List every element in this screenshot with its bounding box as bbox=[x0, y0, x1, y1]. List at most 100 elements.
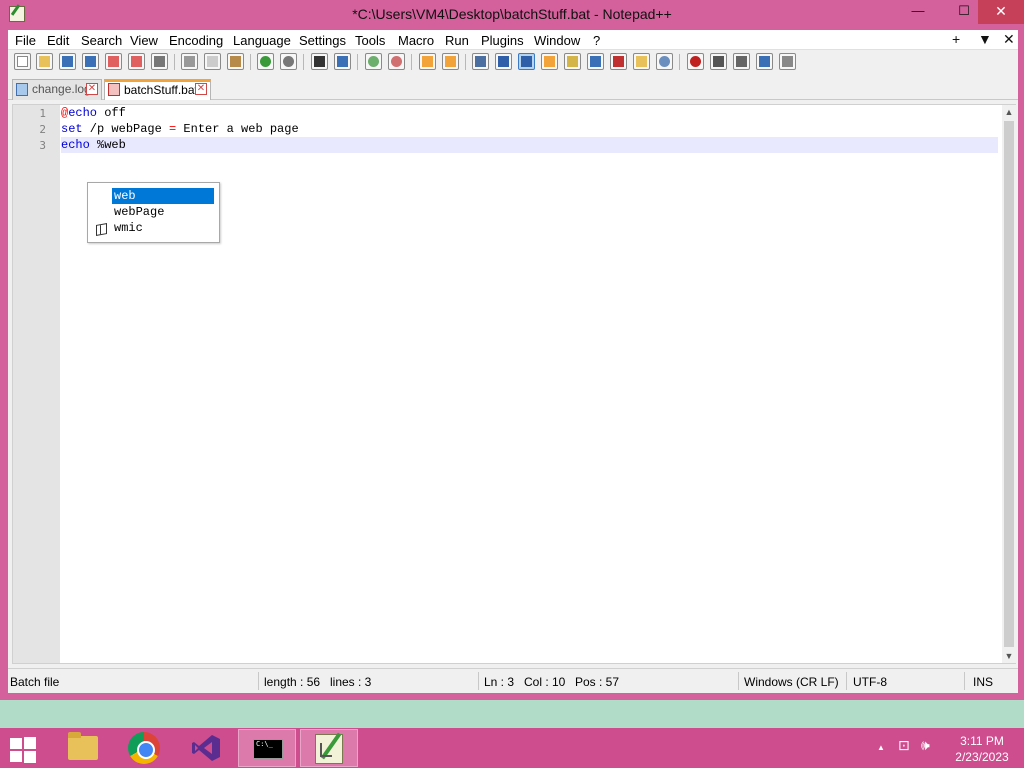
clock-date: 2/23/2023 bbox=[955, 750, 1009, 764]
menu-macro[interactable]: Macro bbox=[398, 33, 434, 48]
taskbar-notepad-plus-plus[interactable] bbox=[300, 729, 358, 767]
window-title: *C:\Users\VM4\Desktop\batchStuff.bat - N… bbox=[352, 6, 672, 22]
code-token: Enter a web page bbox=[176, 122, 299, 136]
taskbar-chrome[interactable] bbox=[114, 729, 172, 767]
run-macro-multiple-icon[interactable] bbox=[756, 53, 773, 70]
scrollbar-thumb[interactable] bbox=[1004, 121, 1014, 647]
user-language-icon[interactable] bbox=[541, 53, 558, 70]
title-bar[interactable]: *C:\Users\VM4\Desktop\batchStuff.bat - N… bbox=[0, 0, 1024, 30]
menu-plugins[interactable]: Plugins bbox=[481, 33, 524, 48]
tab-label: change.log bbox=[32, 82, 91, 96]
new-file-icon[interactable] bbox=[14, 53, 31, 70]
line-number: 2 bbox=[39, 123, 46, 136]
autocomplete-item-wmic[interactable]: wmic bbox=[112, 220, 214, 236]
close-tab-icon[interactable]: ✕ bbox=[86, 83, 98, 95]
word-wrap-icon[interactable] bbox=[472, 53, 489, 70]
start-button[interactable] bbox=[0, 729, 58, 767]
code-line[interactable]: set /p webPage = Enter a web page bbox=[61, 121, 998, 137]
menu-settings[interactable]: Settings bbox=[299, 33, 346, 48]
record-macro-icon[interactable] bbox=[687, 53, 704, 70]
copy-icon[interactable] bbox=[204, 53, 221, 70]
code-editor[interactable]: 1 2 3 @echo off set /p webPage = Enter a… bbox=[12, 104, 1016, 664]
undo-icon[interactable] bbox=[257, 53, 274, 70]
toolbar-separator bbox=[411, 54, 412, 70]
minimize-button[interactable]: — bbox=[898, 0, 938, 24]
network-icon[interactable]: ⊡ bbox=[898, 737, 910, 754]
new-tab-button[interactable]: + bbox=[952, 31, 960, 47]
code-line-current[interactable]: echo %web bbox=[61, 137, 998, 153]
play-macro-icon[interactable] bbox=[733, 53, 750, 70]
clock-time: 3:11 PM bbox=[960, 734, 1004, 748]
zoom-in-icon[interactable] bbox=[365, 53, 382, 70]
autocomplete-popup: web webPage wmic bbox=[87, 182, 220, 243]
save-icon[interactable] bbox=[59, 53, 76, 70]
indent-guide-icon[interactable] bbox=[518, 53, 535, 70]
sync-horizontal-icon[interactable] bbox=[442, 53, 459, 70]
system-clock[interactable]: 3:11 PM 2/23/2023 bbox=[952, 733, 1012, 765]
close-all-icon[interactable] bbox=[128, 53, 145, 70]
zoom-out-icon[interactable] bbox=[388, 53, 405, 70]
tab-change-log[interactable]: change.log ✕ bbox=[12, 79, 102, 100]
menu-language[interactable]: Language bbox=[233, 33, 291, 48]
close-document-button[interactable]: ✕ bbox=[1003, 31, 1015, 48]
taskbar-command-prompt[interactable]: C:\_ bbox=[238, 729, 296, 767]
save-all-icon[interactable] bbox=[82, 53, 99, 70]
code-token: /p webPage bbox=[82, 122, 170, 136]
folder-icon[interactable] bbox=[633, 53, 650, 70]
menu-window[interactable]: Window bbox=[534, 33, 580, 48]
menu-encoding[interactable]: Encoding bbox=[169, 33, 223, 48]
client-area: File Edit Search View Encoding Language … bbox=[8, 30, 1018, 693]
scroll-up-icon[interactable]: ▲ bbox=[1002, 105, 1016, 119]
cut-icon[interactable] bbox=[181, 53, 198, 70]
menu-help[interactable]: ? bbox=[593, 33, 600, 48]
code-line[interactable]: @echo off bbox=[61, 105, 998, 121]
notepad-plus-plus-icon bbox=[315, 734, 343, 764]
stop-macro-icon[interactable] bbox=[710, 53, 727, 70]
autocomplete-item-web[interactable]: web bbox=[112, 188, 214, 204]
taskbar-file-explorer[interactable] bbox=[52, 729, 110, 767]
volume-icon[interactable]: 🕪 bbox=[921, 737, 930, 754]
toolbar bbox=[8, 50, 1018, 74]
status-encoding[interactable]: UTF-8 bbox=[853, 675, 887, 689]
code-token: off bbox=[97, 106, 126, 120]
menu-view[interactable]: View bbox=[130, 33, 158, 48]
menu-run[interactable]: Run bbox=[445, 33, 469, 48]
close-tab-icon[interactable]: ✕ bbox=[195, 83, 207, 95]
show-hidden-icons-icon[interactable]: ▲ bbox=[877, 743, 885, 752]
close-window-button[interactable]: ✕ bbox=[978, 0, 1024, 24]
folder-workspace-icon[interactable] bbox=[610, 53, 627, 70]
monitoring-icon[interactable] bbox=[656, 53, 673, 70]
status-ln: Ln : 3 bbox=[484, 675, 515, 689]
save-macro-icon[interactable] bbox=[779, 53, 796, 70]
tab-list-dropdown[interactable]: ▼ bbox=[978, 31, 992, 47]
show-all-characters-icon[interactable] bbox=[495, 53, 512, 70]
menu-tools[interactable]: Tools bbox=[355, 33, 385, 48]
open-file-icon[interactable] bbox=[36, 53, 53, 70]
close-icon[interactable] bbox=[105, 53, 122, 70]
status-eol[interactable]: Windows (CR LF) bbox=[744, 675, 839, 689]
folder-icon bbox=[68, 732, 98, 760]
status-insert-mode[interactable]: INS bbox=[973, 675, 993, 689]
cube-icon bbox=[96, 223, 107, 236]
find-icon[interactable] bbox=[311, 53, 328, 70]
sync-vertical-icon[interactable] bbox=[419, 53, 436, 70]
menu-file[interactable]: File bbox=[15, 33, 36, 48]
autocomplete-item-webpage[interactable]: webPage bbox=[112, 204, 214, 220]
toolbar-separator bbox=[357, 54, 358, 70]
replace-icon[interactable] bbox=[334, 53, 351, 70]
taskbar-visual-studio[interactable] bbox=[176, 729, 234, 767]
toolbar-separator bbox=[174, 54, 175, 70]
paste-icon[interactable] bbox=[227, 53, 244, 70]
line-number: 1 bbox=[39, 107, 46, 120]
status-separator bbox=[964, 672, 965, 690]
status-length: length : 56 bbox=[264, 675, 321, 689]
print-icon[interactable] bbox=[151, 53, 168, 70]
scroll-down-icon[interactable]: ▼ bbox=[1002, 649, 1016, 663]
menu-search[interactable]: Search bbox=[81, 33, 122, 48]
menu-edit[interactable]: Edit bbox=[47, 33, 69, 48]
function-list-icon[interactable] bbox=[587, 53, 604, 70]
tab-batchstuff-bat[interactable]: batchStuff.bat ✕ bbox=[104, 79, 211, 100]
vertical-scrollbar[interactable]: ▲ ▼ bbox=[1002, 105, 1016, 663]
redo-icon[interactable] bbox=[280, 53, 297, 70]
document-map-icon[interactable] bbox=[564, 53, 581, 70]
